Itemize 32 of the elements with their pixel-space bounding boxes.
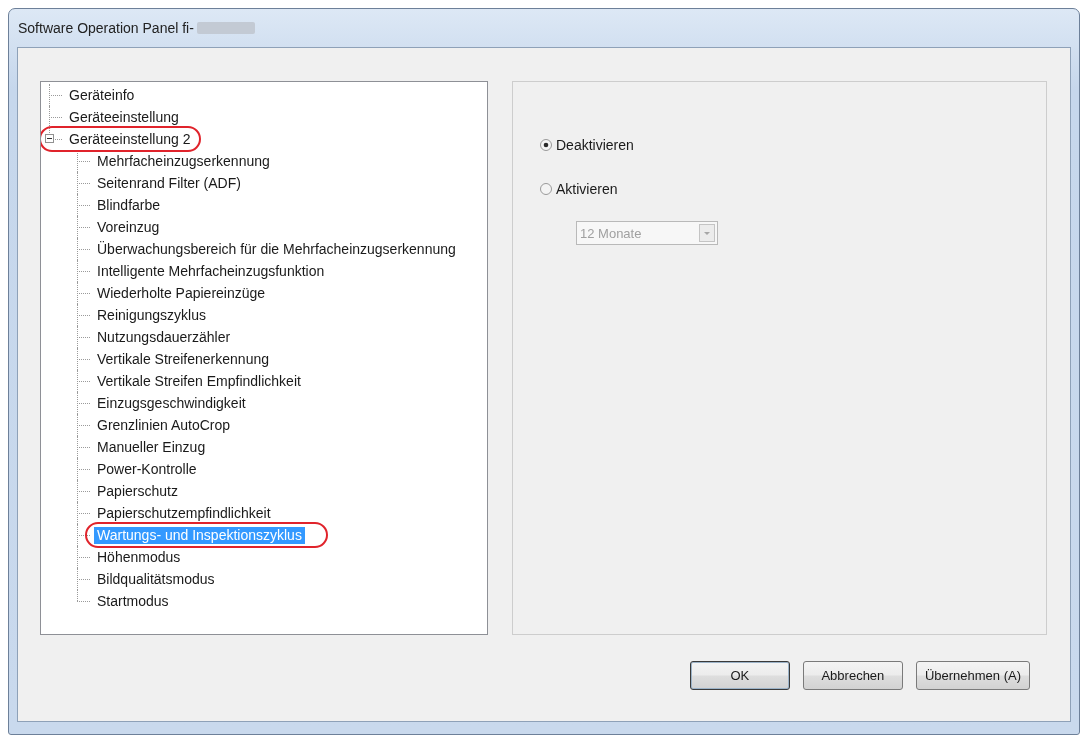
tree-item[interactable]: Intelligente Mehrfacheinzugsfunktion bbox=[94, 262, 328, 280]
tree-item[interactable]: Wiederholte Papiereinzüge bbox=[94, 284, 269, 302]
tree-item[interactable]: Seitenrand Filter (ADF) bbox=[94, 174, 244, 192]
tree-item[interactable]: Startmodus bbox=[94, 592, 172, 610]
tree-item[interactable]: Papierschutz bbox=[94, 482, 181, 500]
window-title: Software Operation Panel fi- bbox=[18, 20, 194, 36]
tree-item[interactable]: Papierschutzempfindlichkeit bbox=[94, 504, 274, 522]
radio-button[interactable] bbox=[540, 183, 552, 195]
tree-item[interactable]: Power-Kontrolle bbox=[94, 460, 200, 478]
tree-item[interactable]: Reinigungszyklus bbox=[94, 306, 209, 324]
tree-item[interactable]: Bildqualitätsmodus bbox=[94, 570, 218, 588]
tree-item[interactable]: Überwachungsbereich für die Mehrfacheinzugserkennung bbox=[94, 240, 459, 258]
tree-item[interactable]: Vertikale Streifen Empfindlichkeit bbox=[94, 372, 304, 390]
tree-item[interactable]: Geräteinfo bbox=[66, 86, 138, 104]
radio-label: Deaktivieren bbox=[556, 137, 634, 153]
tree-item[interactable]: Nutzungsdauerzähler bbox=[94, 328, 234, 346]
tree-item[interactable]: Geräteeinstellung bbox=[66, 108, 182, 126]
tree-item[interactable]: Einzugsgeschwindigkeit bbox=[94, 394, 249, 412]
tree-item[interactable]: Geräteeinstellung 2 bbox=[66, 130, 194, 148]
tree-item[interactable]: Höhenmodus bbox=[94, 548, 184, 566]
radio-button[interactable] bbox=[540, 139, 552, 151]
dialog-button[interactable]: Übernehmen (A) bbox=[915, 661, 1030, 690]
tree-item[interactable]: Vertikale Streifenerkennung bbox=[94, 350, 272, 368]
tree-item[interactable]: Grenzlinien AutoCrop bbox=[94, 416, 234, 434]
dialog-button[interactable]: OK bbox=[689, 661, 790, 690]
tree-item[interactable]: Blindfarbe bbox=[94, 196, 164, 214]
tree-item[interactable]: Manueller Einzug bbox=[94, 438, 209, 456]
radio-label: Aktivieren bbox=[556, 181, 618, 197]
tree-item[interactable]: Mehrfacheinzugserkennung bbox=[94, 152, 273, 170]
tree-item[interactable]: Voreinzug bbox=[94, 218, 163, 236]
minus-box-icon[interactable] bbox=[45, 134, 54, 143]
dialog-button[interactable]: Abbrechen bbox=[802, 661, 903, 690]
